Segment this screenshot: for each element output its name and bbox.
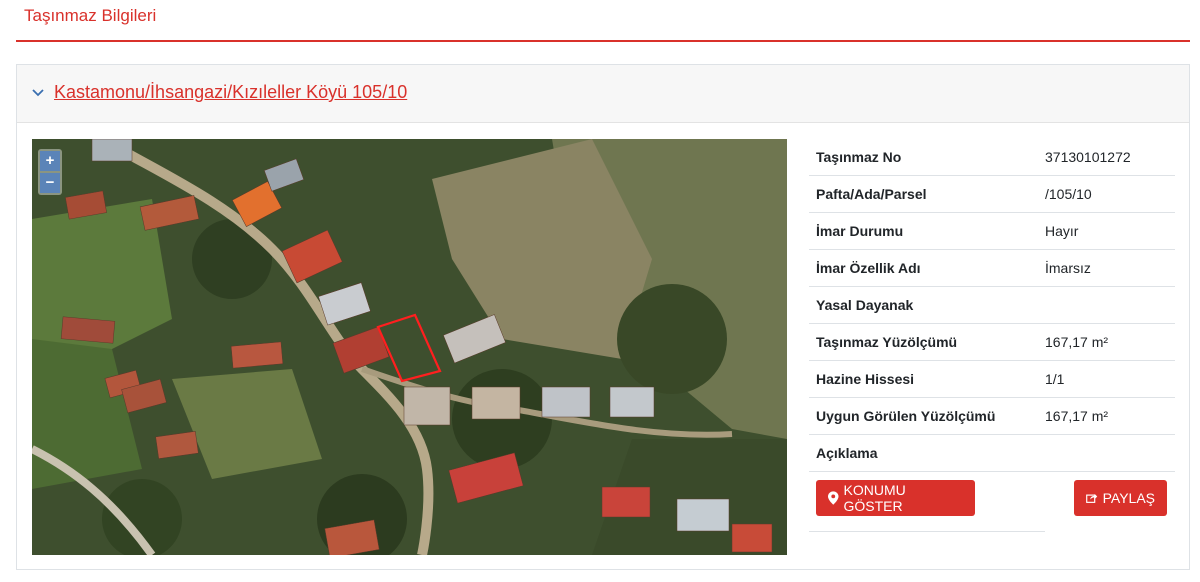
- property-card: Kastamonu/İhsangazi/Kızıleller Köyü 105/…: [16, 64, 1190, 570]
- info-label: Pafta/Ada/Parsel: [816, 186, 927, 202]
- info-label: İmar Durumu: [816, 223, 904, 239]
- page-title: Taşınmaz Bilgileri: [24, 6, 157, 25]
- info-row-yasal-dayanak: Yasal Dayanak: [809, 287, 1175, 324]
- info-row-hazine-hissesi: Hazine Hissesi 1/1: [809, 361, 1175, 398]
- satellite-map[interactable]: + −: [32, 139, 787, 555]
- info-value: İmarsız: [1045, 260, 1091, 276]
- action-bar: KONUMU GÖSTER PAYLAŞ: [809, 472, 1167, 532]
- info-row-imar-durumu: İmar Durumu Hayır: [809, 213, 1175, 250]
- info-label: İmar Özellik Adı: [816, 260, 921, 276]
- zoom-in-button[interactable]: +: [40, 151, 60, 171]
- info-value: 1/1: [1045, 371, 1065, 387]
- info-label: Uygun Görülen Yüzölçümü: [816, 408, 996, 424]
- info-value: Hayır: [1045, 223, 1079, 239]
- property-title-link[interactable]: Kastamonu/İhsangazi/Kızıleller Köyü 105/…: [54, 82, 407, 103]
- info-row-yuzolcumu: Taşınmaz Yüzölçümü 167,17 m²: [809, 324, 1175, 361]
- info-value: 167,17 m²: [1045, 334, 1109, 350]
- info-row-uygun-yuzolcumu: Uygun Görülen Yüzölçümü 167,17 m²: [809, 398, 1175, 435]
- map-imagery: [32, 139, 787, 555]
- info-label: Açıklama: [816, 445, 878, 461]
- share-button[interactable]: PAYLAŞ: [1074, 480, 1167, 516]
- page-header: Taşınmaz Bilgileri: [16, 0, 1190, 42]
- card-header[interactable]: Kastamonu/İhsangazi/Kızıleller Köyü 105/…: [17, 65, 1189, 123]
- map-pin-icon: [828, 491, 839, 505]
- share-icon: [1086, 494, 1098, 503]
- show-location-label: KONUMU GÖSTER: [843, 482, 906, 514]
- info-row-imar-ozellik-adi: İmar Özellik Adı İmarsız: [809, 250, 1175, 287]
- info-label: Taşınmaz Yüzölçümü: [816, 334, 958, 350]
- info-value: 167,17 m²: [1045, 408, 1109, 424]
- zoom-controls: + −: [38, 149, 62, 195]
- info-label: Taşınmaz No: [816, 149, 902, 165]
- chevron-down-icon[interactable]: [31, 85, 45, 99]
- info-row-pafta-ada-parsel: Pafta/Ada/Parsel /105/10: [809, 176, 1175, 213]
- property-info-table: Taşınmaz No 37130101272 Pafta/Ada/Parsel…: [809, 139, 1175, 532]
- zoom-out-button[interactable]: −: [40, 173, 60, 193]
- info-label: Yasal Dayanak: [816, 297, 914, 313]
- show-location-button[interactable]: KONUMU GÖSTER: [816, 480, 975, 516]
- share-label: PAYLAŞ: [1102, 490, 1155, 506]
- info-label: Hazine Hissesi: [816, 371, 915, 387]
- info-row-tasinmaz-no: Taşınmaz No 37130101272: [809, 139, 1175, 176]
- info-row-aciklama: Açıklama: [809, 435, 1175, 472]
- info-value: /105/10: [1045, 186, 1092, 202]
- info-value: 37130101272: [1045, 149, 1131, 165]
